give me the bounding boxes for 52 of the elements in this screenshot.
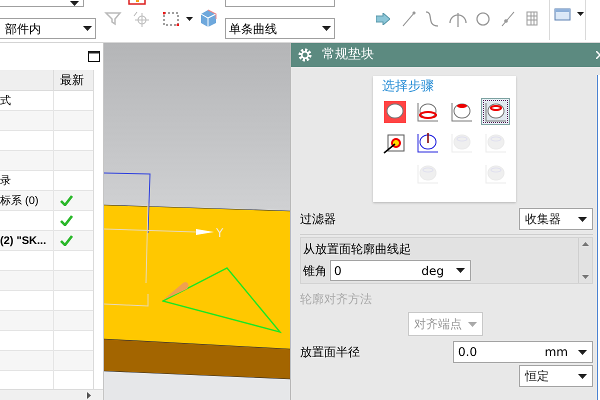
caret-icon [456, 268, 465, 273]
tree-row[interactable]: 式 [0, 91, 93, 111]
dropdown[interactable]: 单条曲线 [225, 18, 335, 39]
field-label: 锥角 [303, 262, 327, 280]
caret-icon [578, 374, 587, 378]
axis-label: Y [216, 225, 224, 242]
radius-field[interactable]: 0.0 mm [453, 341, 593, 363]
arc-icon[interactable] [449, 11, 467, 27]
circle-icon[interactable] [475, 11, 491, 27]
gear-icon[interactable] [298, 48, 312, 62]
arrow-icon[interactable] [376, 13, 390, 25]
dropdown[interactable]: 收集器 [519, 208, 593, 230]
scrollbar[interactable] [597, 75, 600, 400]
cube-icon[interactable] [199, 9, 218, 27]
tree-row[interactable]: (2) "SK... [0, 231, 93, 251]
dropdown[interactable]: 部件内 [0, 18, 96, 39]
checkmark-icon [60, 215, 73, 226]
field-label: 过滤器 [300, 211, 336, 228]
window-icon[interactable] [554, 8, 571, 23]
step-title: 选择步骤 [381, 78, 435, 95]
field-label: 放置面半径 [300, 344, 360, 361]
scroll-up-icon[interactable] [582, 242, 589, 246]
scroll-right-icon[interactable] [87, 392, 91, 398]
grid-icon[interactable] [526, 11, 538, 26]
caret-icon [578, 350, 587, 354]
step-button[interactable] [481, 98, 510, 125]
line-icon[interactable] [402, 11, 416, 27]
scroll-down-icon[interactable] [582, 275, 589, 279]
axis-arrowhead-icon [196, 228, 214, 236]
point-line-icon[interactable] [501, 11, 515, 27]
dropdown[interactable]: 恒定 [519, 365, 593, 387]
close-icon[interactable] [596, 51, 600, 59]
caret-icon[interactable] [186, 17, 193, 21]
caret-icon [83, 26, 92, 31]
group-title: 从放置面轮廓曲线起 [303, 241, 412, 258]
section-label: 轮廓对齐方法 [300, 291, 373, 308]
angle-field[interactable]: 0 deg [330, 260, 471, 281]
checkmark-icon [60, 235, 73, 246]
tree-row[interactable]: 标系 (0) [0, 191, 93, 211]
caret-icon [70, 1, 79, 6]
caret-icon [468, 322, 477, 326]
caret-icon[interactable] [577, 12, 584, 16]
checkmark-icon [60, 195, 73, 206]
caret-icon [578, 216, 587, 222]
tree-row[interactable]: 录 [0, 171, 93, 191]
tree-row[interactable] [0, 211, 93, 231]
scrollbar[interactable] [578, 238, 592, 283]
dialog-title: 常规垫块 [322, 46, 374, 64]
caret-icon [322, 26, 331, 31]
maximize-icon[interactable] [88, 51, 100, 62]
curve-icon[interactable] [425, 10, 439, 28]
selection-box-icon[interactable] [163, 12, 179, 26]
